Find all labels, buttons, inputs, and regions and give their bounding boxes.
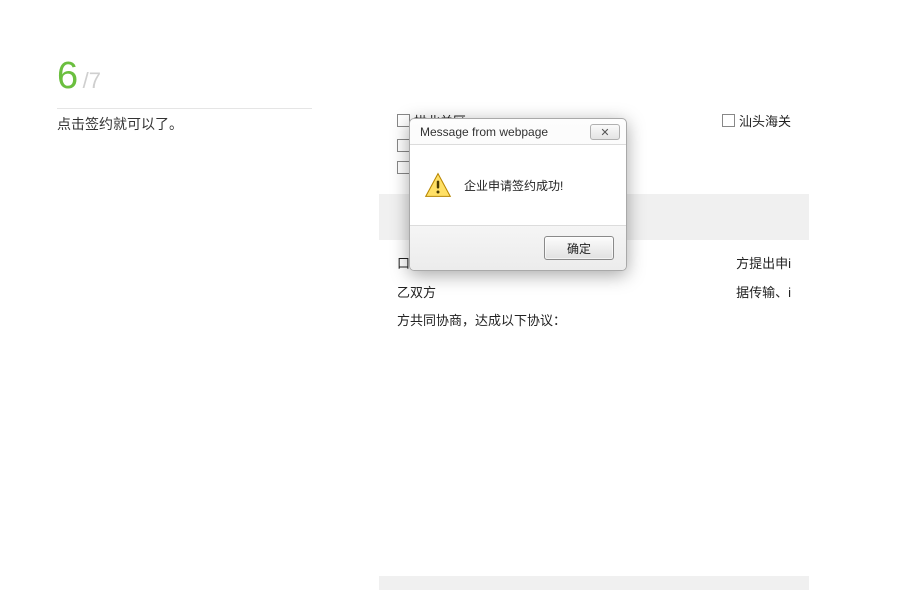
- checkbox-icon: [722, 114, 735, 127]
- step-total-number: /7: [83, 68, 101, 93]
- dialog-close-button[interactable]: ✕: [590, 124, 620, 140]
- checkbox-label: 汕头海关: [739, 111, 791, 130]
- dialog-titlebar: Message from webpage ✕: [410, 119, 626, 144]
- background-agreement-text: 口快通关 方提出申i 乙双方 据传输、i 方共同协商，达成以下协议：: [379, 240, 809, 576]
- close-icon: ✕: [600, 126, 609, 139]
- ok-button[interactable]: 确定: [544, 236, 614, 260]
- agreement-fragment: 据传输、i: [736, 279, 791, 308]
- dialog-footer: 确定: [410, 226, 626, 270]
- dialog-body: 企业申请签约成功!: [410, 144, 626, 226]
- embedded-screenshot: 拱北关区 汕头海关 成 山 口快通关 方提出申i 乙双方 据传输、i 方共同协商…: [379, 100, 809, 590]
- agreement-fragment: 乙双方: [397, 279, 436, 308]
- dialog-message: 企业申请签约成功!: [464, 177, 563, 194]
- message-dialog: Message from webpage ✕ 企业申请签约成功! 确定: [409, 118, 627, 271]
- step-current-number: 6: [57, 55, 78, 97]
- step-header: 6 /7: [57, 55, 312, 109]
- agreement-fragment: 方提出申i: [736, 250, 791, 279]
- agreement-fragment: 方共同协商，达成以下协议：: [397, 313, 566, 328]
- dialog-title: Message from webpage: [420, 125, 548, 139]
- warning-icon: [424, 171, 452, 199]
- step-instruction: 点击签约就可以了。: [57, 114, 183, 134]
- checkbox-item[interactable]: 汕头海关: [722, 111, 791, 130]
